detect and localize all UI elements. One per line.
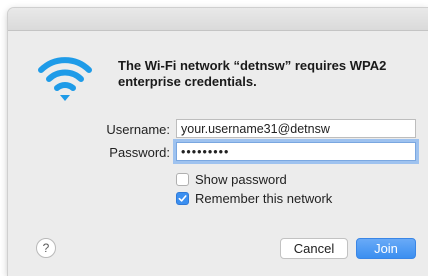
remember-network-checkbox[interactable]: Remember this network: [176, 190, 332, 206]
show-password-label: Show password: [195, 171, 287, 187]
password-field[interactable]: [176, 142, 416, 161]
help-button[interactable]: ?: [36, 238, 56, 258]
wifi-icon: [38, 57, 92, 101]
show-password-checkbox[interactable]: Show password: [176, 171, 287, 187]
dialog-message: The Wi-Fi network “detnsw” requires WPA2…: [118, 58, 387, 89]
checkmark-icon: [176, 191, 189, 205]
username-field[interactable]: [176, 119, 416, 138]
username-label: Username:: [106, 122, 170, 137]
password-label: Password:: [109, 145, 170, 160]
join-button[interactable]: Join: [356, 238, 416, 259]
title-bar[interactable]: [8, 8, 428, 31]
cancel-button[interactable]: Cancel: [280, 238, 348, 259]
checkbox-unchecked-icon: [176, 172, 189, 186]
remember-network-label: Remember this network: [195, 190, 333, 206]
wifi-credentials-dialog: The Wi-Fi network “detnsw” requires WPA2…: [8, 8, 428, 276]
